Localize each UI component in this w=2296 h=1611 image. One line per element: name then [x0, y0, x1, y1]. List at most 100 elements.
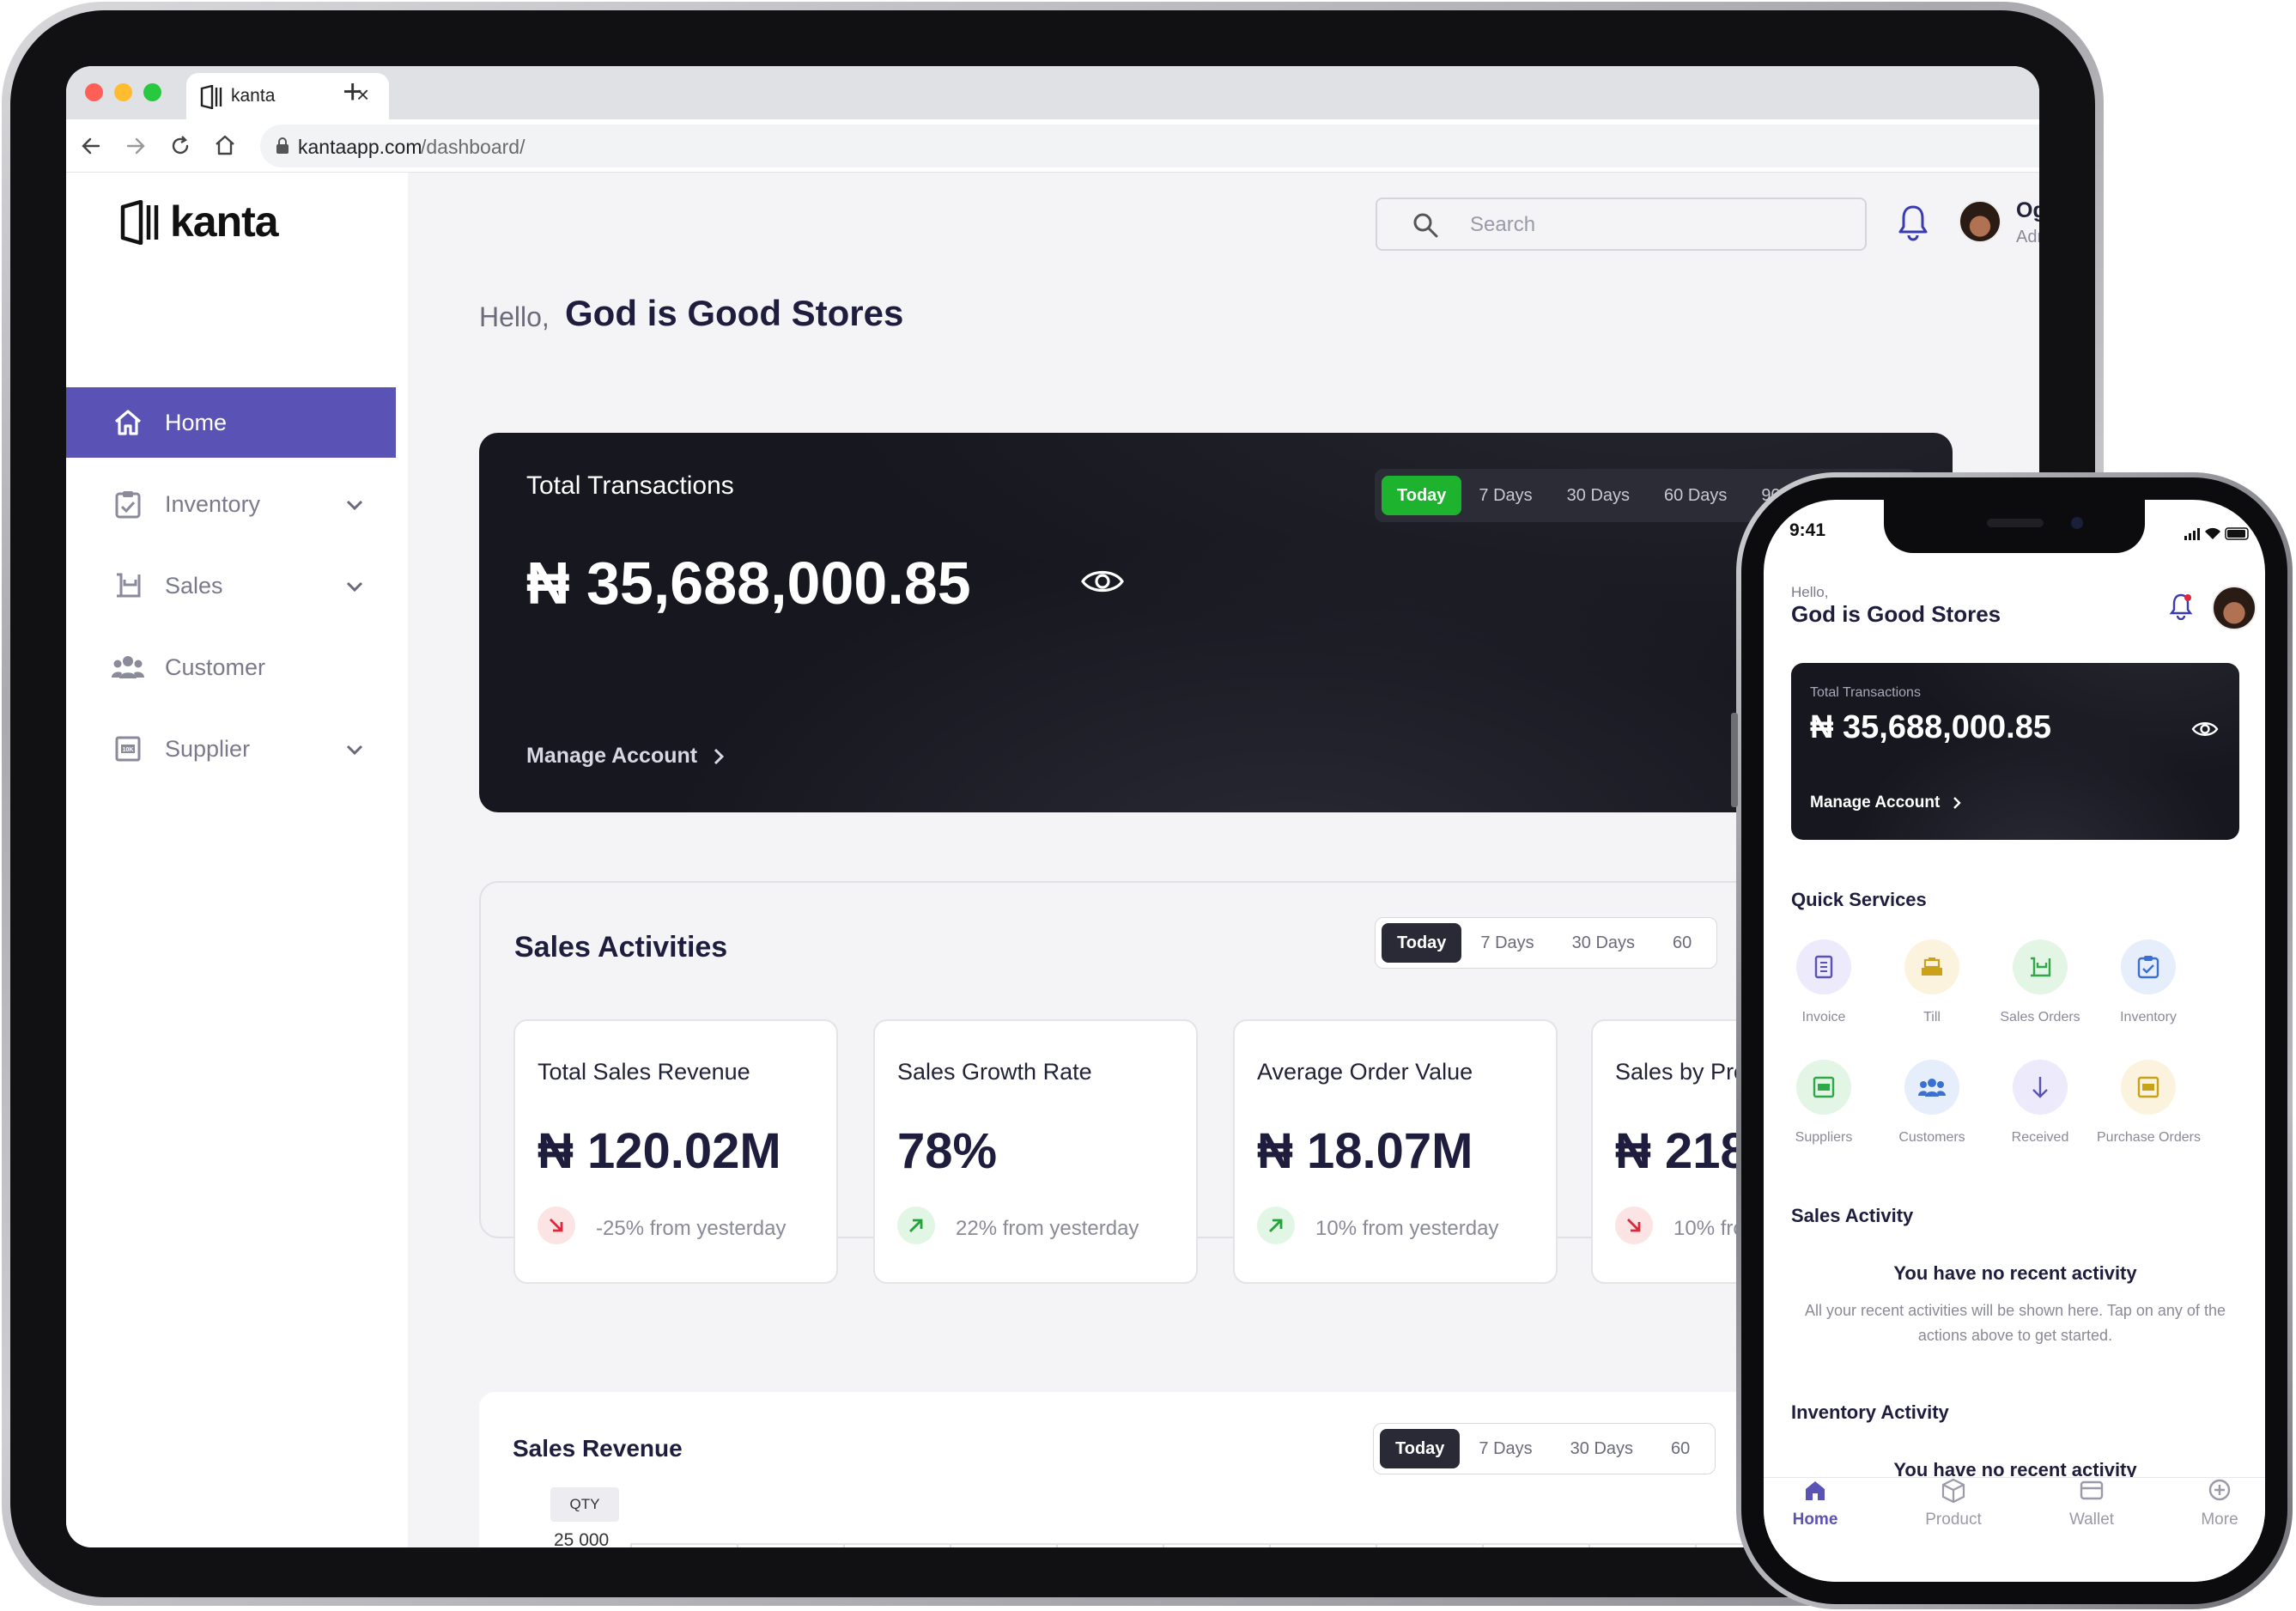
kanta-favicon-icon: [200, 85, 222, 109]
quick-service-label: Purchase Orders: [2097, 1130, 2201, 1145]
clipboard-icon: [111, 488, 145, 520]
transactions-title: Total Transactions: [526, 471, 734, 500]
home-browser-icon[interactable]: [214, 134, 236, 156]
bottom-nav-more[interactable]: More: [2172, 1479, 2265, 1529]
phone-tx-amount: ₦ 35,688,000.85: [1810, 709, 2052, 745]
cart-icon: [111, 569, 145, 602]
back-arrow-icon[interactable]: [80, 135, 102, 157]
quick-service-inventory[interactable]: Inventory: [2097, 939, 2200, 1025]
range-today[interactable]: Today: [1380, 1429, 1461, 1468]
bottom-nav-product[interactable]: Product: [1906, 1478, 2001, 1529]
kanta-logo-text: kanta: [170, 198, 279, 246]
search-placeholder: Search: [1470, 213, 1536, 236]
avatar[interactable]: [2212, 586, 2257, 630]
reload-icon[interactable]: [169, 135, 191, 157]
metric-title: Sales Growth Rate: [897, 1059, 1092, 1085]
trend-up-icon: [897, 1207, 935, 1244]
home-icon: [111, 406, 145, 439]
sidebar-item-sales[interactable]: Sales: [66, 550, 396, 621]
avatar[interactable]: [1959, 200, 2001, 243]
forward-arrow-icon[interactable]: [125, 135, 147, 157]
range-60-days[interactable]: 60 Days: [1647, 476, 1744, 515]
range-30-days[interactable]: 30 Days: [1552, 1429, 1652, 1468]
quick-service-label: Sales Orders: [2000, 1010, 2080, 1024]
users-icon: [111, 651, 145, 684]
quick-services-title: Quick Services: [1791, 889, 1927, 910]
y-axis-tick: 25 000: [554, 1530, 610, 1547]
quick-service-purchase-orders[interactable]: Purchase Orders: [2097, 1060, 2201, 1146]
range-60-days[interactable]: 60: [1652, 1429, 1709, 1468]
camera-dot: [2071, 517, 2083, 529]
kanta-logo-icon: [120, 200, 159, 245]
range-today[interactable]: Today: [1382, 476, 1462, 515]
quick-service-invoice[interactable]: Invoice: [1772, 939, 1875, 1025]
range-60-days[interactable]: 60: [1654, 923, 1710, 963]
range-7-days[interactable]: 7 Days: [1461, 923, 1552, 963]
range-7-days[interactable]: 7 Days: [1460, 1429, 1551, 1468]
status-icons: [2184, 527, 2249, 540]
metric-title: Total Sales Revenue: [538, 1059, 750, 1085]
quick-service-customers[interactable]: Customers: [1880, 1060, 1983, 1146]
search-input[interactable]: Search: [1376, 198, 1867, 251]
url-path: /dashboard/: [421, 136, 525, 158]
range-30-days[interactable]: 30 Days: [1553, 923, 1654, 963]
range-30-days[interactable]: 30 Days: [1550, 476, 1647, 515]
phone-screen: 9:41 Hello, God is Good Stores Total Tra…: [1764, 500, 2265, 1582]
sidebar-item-customer[interactable]: Customer: [66, 632, 396, 702]
sidebar-item-home[interactable]: Home: [66, 387, 396, 458]
quick-service-label: Inventory: [2120, 1010, 2177, 1024]
quick-service-label: Customers: [1898, 1130, 1965, 1145]
plus-circle-icon: [2208, 1479, 2231, 1501]
maximize-window-button[interactable]: [143, 83, 161, 101]
new-tab-icon[interactable]: +: [343, 73, 362, 112]
manage-account-label: Manage Account: [1810, 793, 1941, 812]
chevron-down-icon[interactable]: [343, 738, 367, 762]
minimize-window-button[interactable]: [114, 83, 132, 101]
sidebar-item-supplier[interactable]: 10K Supplier: [66, 714, 396, 784]
range-7-days[interactable]: 7 Days: [1461, 476, 1549, 515]
address-bar: kantaapp.com /dashboard/: [66, 119, 2039, 173]
range-today[interactable]: Today: [1382, 923, 1462, 963]
bottom-nav-wallet[interactable]: Wallet: [2044, 1480, 2139, 1529]
sales-activity-title: Sales Activity: [1791, 1205, 1914, 1226]
bell-icon[interactable]: [2169, 593, 2193, 620]
metric-delta: 22% from yesterday: [956, 1217, 1139, 1240]
bottom-nav-label: Wallet: [2068, 1511, 2115, 1529]
trend-down-icon: [538, 1207, 575, 1244]
url-field[interactable]: kantaapp.com /dashboard/: [260, 125, 2039, 167]
sidebar-item-inventory[interactable]: Inventory: [66, 469, 396, 539]
metric-card-average-order-value[interactable]: Average Order Value ₦ 18.07M 10% from ye…: [1233, 1019, 1558, 1284]
quick-service-received[interactable]: Received: [1989, 1060, 2092, 1146]
sidebar-item-label: Home: [165, 409, 228, 435]
search-icon: [1413, 213, 1438, 238]
eye-icon[interactable]: [1080, 566, 1125, 597]
greeting-hello: Hello,: [479, 301, 550, 332]
sidebar-item-label: Inventory: [165, 490, 261, 517]
bottom-nav-label: Home: [1792, 1511, 1838, 1529]
bell-icon[interactable]: [1897, 204, 1929, 241]
bottom-nav: [1764, 1477, 2265, 1582]
browser-tab-strip: kanta × +: [66, 66, 2039, 119]
sales-revenue-title: Sales Revenue: [513, 1435, 683, 1462]
quick-service-sales-orders[interactable]: Sales Orders: [1989, 939, 2092, 1025]
chevron-down-icon[interactable]: [343, 493, 367, 517]
phone-manage-account-link[interactable]: Manage Account: [1810, 793, 1962, 812]
phone-device: 9:41 Hello, God is Good Stores Total Tra…: [1731, 472, 2293, 1609]
eye-icon[interactable]: [2191, 720, 2219, 739]
inventory-activity-title: Inventory Activity: [1791, 1401, 1949, 1423]
manage-account-link[interactable]: Manage Account: [526, 744, 726, 769]
quick-service-suppliers[interactable]: Suppliers: [1772, 1060, 1875, 1146]
metric-card-total-sales-revenue[interactable]: Total Sales Revenue ₦ 120.02M -25% from …: [513, 1019, 838, 1284]
chevron-down-icon[interactable]: [343, 574, 367, 599]
transactions-amount: ₦ 35,688,000.85: [526, 550, 971, 617]
quick-service-till[interactable]: Till: [1880, 939, 1983, 1025]
phone-store-name: God is Good Stores: [1791, 601, 2001, 627]
user-name: Ogechi: [2016, 198, 2039, 222]
quick-service-label: Received: [2011, 1130, 2069, 1145]
metric-value: ₦ 120.02M: [538, 1123, 781, 1179]
metric-card-sales-growth-rate[interactable]: Sales Growth Rate 78% 22% from yesterday: [873, 1019, 1198, 1284]
metric-delta: 10% fro: [1673, 1217, 1745, 1240]
metric-delta: 10% from yesterday: [1315, 1217, 1499, 1240]
close-window-button[interactable]: [85, 83, 103, 101]
bottom-nav-home[interactable]: Home: [1768, 1481, 1862, 1529]
